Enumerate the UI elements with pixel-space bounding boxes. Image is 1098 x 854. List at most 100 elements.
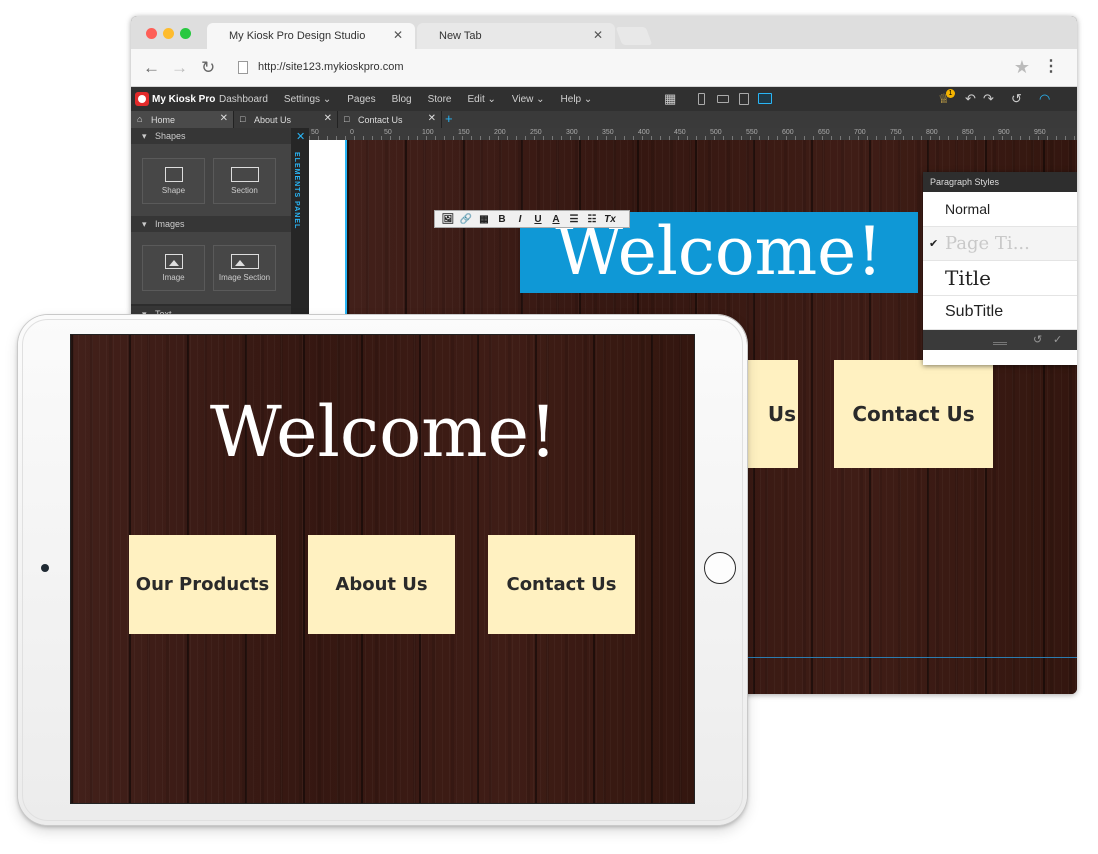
text-format-toolbar: 🖼 🔗 ▦ B I U A ☰ ☷ Tx [434, 210, 630, 228]
menu-edit[interactable]: Edit ⌄ [468, 94, 496, 105]
phone-portrait-icon[interactable] [698, 93, 705, 105]
bookmark-star-icon[interactable]: ★ [1014, 57, 1030, 78]
element-image-section[interactable]: Image Section [213, 245, 276, 291]
image-icon [164, 254, 183, 269]
browser-tab-label: New Tab [439, 30, 482, 42]
ruler-tick: 650 [818, 129, 830, 136]
ruler-tick: 800 [926, 129, 938, 136]
close-tab-icon[interactable]: ✕ [393, 28, 403, 42]
element-section[interactable]: Section [213, 158, 276, 204]
main-menu: Dashboard Settings ⌄ Pages Blog Store Ed… [219, 87, 608, 111]
insert-link-icon[interactable]: 🔗 [457, 214, 475, 225]
history-icon[interactable]: ↺ [1011, 91, 1022, 107]
menu-settings[interactable]: Settings ⌄ [284, 94, 331, 105]
menu-view[interactable]: View ⌄ [512, 94, 545, 105]
add-page-tab-button[interactable]: + [445, 111, 453, 126]
our-products-button[interactable]: Our Products [129, 535, 276, 634]
desktop-icon[interactable] [758, 93, 772, 104]
reload-icon[interactable]: ↻ [201, 58, 215, 78]
close-panel-icon[interactable]: ✕ [296, 130, 305, 143]
menu-dashboard[interactable]: Dashboard [219, 94, 268, 105]
underline-button[interactable]: U [529, 214, 547, 225]
canvas-button-contact-us[interactable]: Contact Us [834, 360, 993, 468]
page-tab-home[interactable]: ⌂ Home ✕ [131, 111, 234, 128]
ruler-tick: 350 [602, 129, 614, 136]
revert-icon[interactable]: ↺ [1033, 333, 1042, 346]
element-label: Image Section [218, 273, 271, 282]
browser-tab-design-studio[interactable]: My Kiosk Pro Design Studio ✕ [207, 23, 415, 49]
bold-button[interactable]: B [493, 214, 511, 225]
resize-handle-icon[interactable] [993, 342, 1007, 345]
style-option-label: Page Ti... [945, 232, 1030, 254]
page-tabs-bar: ⌂ Home ✕ □ About Us ✕ □ Contact Us ✕ + [131, 111, 1077, 128]
text-color-button[interactable]: A [547, 214, 565, 225]
numbered-list-icon[interactable]: ☷ [583, 214, 601, 225]
close-page-tab-icon[interactable]: ✕ [428, 113, 436, 124]
page-tab-contact-us[interactable]: □ Contact Us ✕ [338, 111, 442, 128]
home-button[interactable] [704, 552, 736, 584]
clear-format-icon[interactable]: Tx [601, 214, 619, 225]
about-us-button[interactable]: About Us [308, 535, 455, 634]
close-tab-icon[interactable]: ✕ [593, 28, 603, 42]
ruler-tick: 850 [962, 129, 974, 136]
back-arrow-icon[interactable]: ← [143, 58, 160, 78]
my-kiosk-pro-logo[interactable]: My Kiosk Pro [135, 91, 215, 107]
address-bar: ← → ↻ http://site123.mykioskpro.com ★ ⋮ [131, 49, 1077, 87]
shape-icon [164, 167, 183, 182]
ruler-tick: 150 [458, 129, 470, 136]
preview-icon[interactable]: ▦ [664, 91, 676, 107]
close-window-button[interactable] [146, 28, 157, 39]
style-option-title[interactable]: Title [923, 261, 1077, 296]
browser-tabstrip: My Kiosk Pro Design Studio ✕ New Tab ✕ [131, 16, 1077, 49]
style-option-subtitle[interactable]: SubTitle [923, 296, 1077, 330]
section-header-shapes[interactable]: Shapes [131, 128, 291, 144]
style-option-page-title[interactable]: ✔ Page Ti... [923, 226, 1077, 261]
browser-menu-icon[interactable]: ⋮ [1043, 56, 1059, 76]
forward-arrow-icon[interactable]: → [171, 58, 188, 78]
redo-icon[interactable]: ↷ [983, 91, 994, 107]
close-page-tab-icon[interactable]: ✕ [324, 113, 332, 124]
element-shape[interactable]: Shape [142, 158, 205, 204]
page-tab-label: Contact Us [358, 114, 403, 125]
minimize-window-button[interactable] [163, 28, 174, 39]
menu-help[interactable]: Help ⌄ [561, 94, 593, 105]
page-document-icon [238, 61, 248, 74]
menu-store[interactable]: Store [428, 94, 452, 105]
italic-button[interactable]: I [511, 214, 529, 225]
ruler-tick: 200 [494, 129, 506, 136]
elements-panel-label[interactable]: ELEMENTS PANEL [293, 152, 300, 229]
apply-check-icon[interactable]: ✓ [1053, 333, 1062, 346]
element-image[interactable]: Image [142, 245, 205, 291]
close-page-tab-icon[interactable]: ✕ [220, 113, 228, 124]
camera-icon [41, 564, 49, 572]
page-icon: □ [344, 114, 350, 124]
ruler-tick: 600 [782, 129, 794, 136]
style-option-normal[interactable]: Normal [923, 192, 1077, 227]
new-tab-button[interactable] [615, 27, 653, 45]
browser-tab-new-tab[interactable]: New Tab ✕ [417, 23, 615, 49]
browser-tab-label: My Kiosk Pro Design Studio [229, 30, 366, 42]
element-label: Section [231, 186, 258, 195]
maximize-window-button[interactable] [180, 28, 191, 39]
paragraph-styles-dropdown: Paragraph Styles Normal ✔ Page Ti... Tit… [923, 172, 1077, 365]
ruler-tick: 50 [384, 129, 392, 136]
section-header-images[interactable]: Images [131, 216, 291, 232]
phone-landscape-icon[interactable] [717, 95, 729, 103]
image-section-icon [230, 254, 259, 269]
style-option-label: Normal [945, 200, 991, 217]
url-field[interactable]: http://site123.mykioskpro.com [258, 61, 404, 73]
page-icon: □ [240, 114, 246, 124]
paragraph-styles-title: Paragraph Styles [923, 172, 1077, 192]
section-icon [230, 167, 259, 182]
menu-pages[interactable]: Pages [347, 94, 375, 105]
undo-icon[interactable]: ↶ [965, 91, 976, 107]
insert-table-icon[interactable]: ▦ [475, 214, 493, 225]
insert-image-icon[interactable]: 🖼 [439, 214, 457, 225]
ruler-tick: 400 [638, 129, 650, 136]
tablet-icon[interactable] [739, 93, 749, 105]
contact-us-button[interactable]: Contact Us [488, 535, 635, 634]
paragraph-styles-footer: ↺ ✓ [923, 330, 1077, 350]
menu-blog[interactable]: Blog [392, 94, 412, 105]
bulleted-list-icon[interactable]: ☰ [565, 214, 583, 225]
page-tab-about-us[interactable]: □ About Us ✕ [234, 111, 338, 128]
